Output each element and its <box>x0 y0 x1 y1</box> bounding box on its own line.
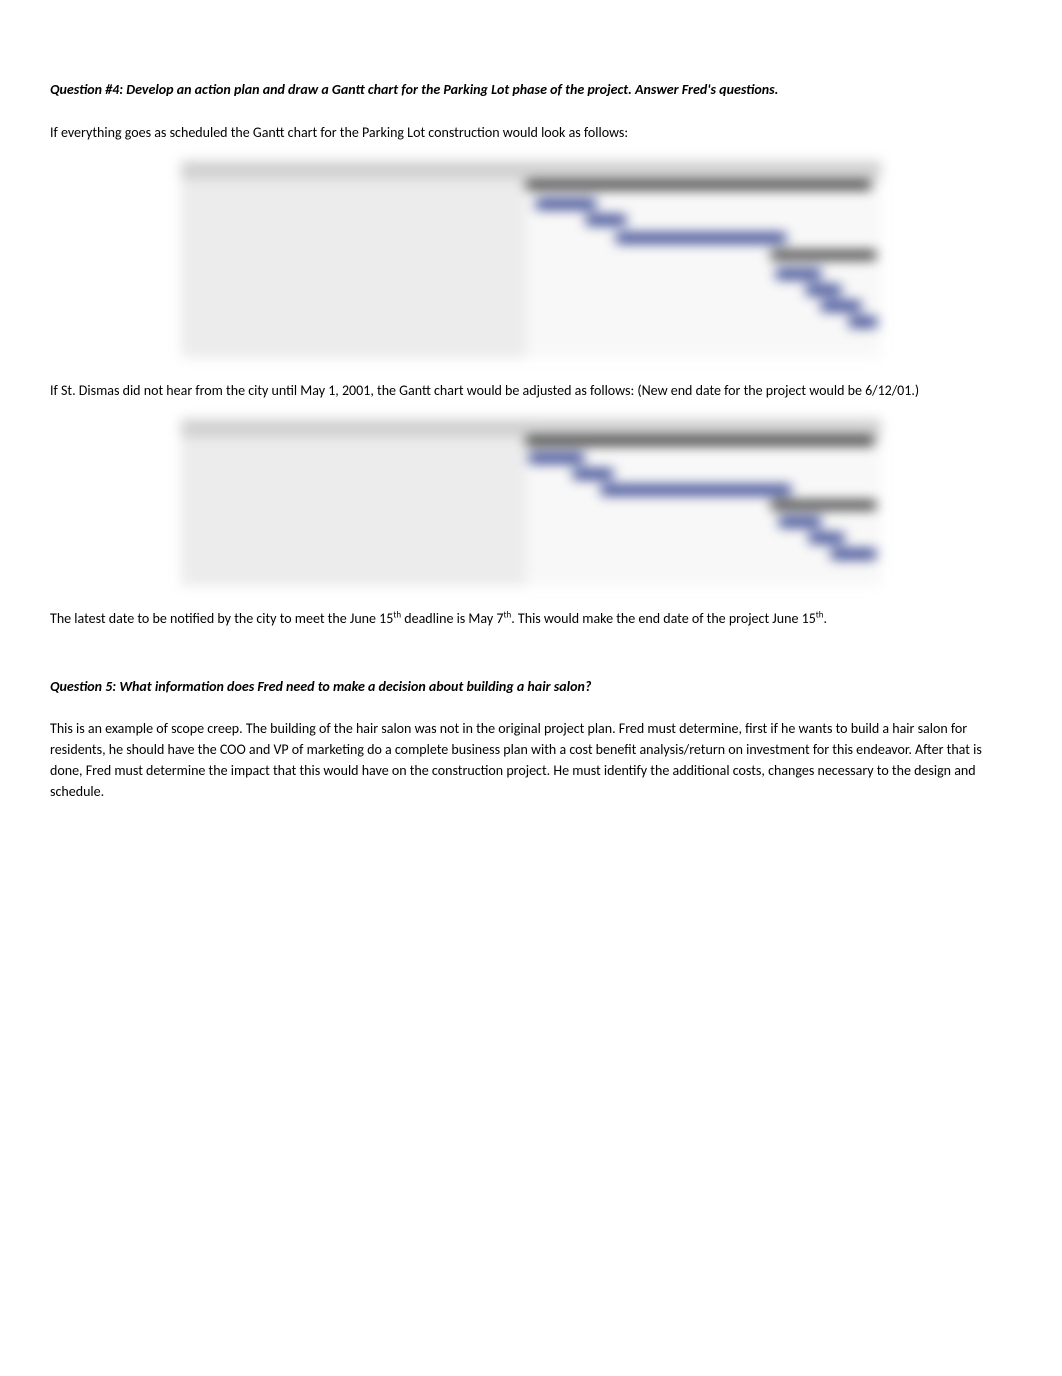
gantt-chart-1 <box>181 161 881 358</box>
gantt-summary-bar <box>526 437 874 445</box>
gantt-task-list <box>181 419 526 586</box>
gantt-bar <box>529 453 584 463</box>
gantt-task-list <box>181 161 526 358</box>
conclusion-text-1: The latest date to be notified by the ci… <box>50 610 393 627</box>
conclusion-text-4: . <box>824 610 828 627</box>
question-5-heading: Question 5: What information does Fred n… <box>50 677 1012 697</box>
conclusion-text-2: deadline is May 7 <box>401 610 503 627</box>
gantt-header-row <box>181 161 881 179</box>
gantt-chart-2 <box>181 419 881 586</box>
gantt-bar <box>573 469 613 479</box>
gantt-summary-bar <box>771 501 876 509</box>
gantt-summary-bar <box>526 181 871 189</box>
gantt-bar <box>779 517 821 527</box>
gantt-header-row <box>181 419 881 437</box>
gantt-bar <box>601 485 791 495</box>
gantt-bar <box>536 199 596 209</box>
gantt-timeline <box>526 161 881 358</box>
gantt-bar <box>806 285 841 295</box>
ordinal-sup: th <box>393 609 401 620</box>
gantt-bar <box>616 233 786 243</box>
question-4-conclusion: The latest date to be notified by the ci… <box>50 608 1012 629</box>
question-5-body: This is an example of scope creep. The b… <box>50 718 1012 802</box>
gantt-bar <box>821 301 861 311</box>
ordinal-sup: th <box>816 609 824 620</box>
question-4-heading: Question #4: Develop an action plan and … <box>50 80 1012 100</box>
gantt-bar <box>809 533 844 543</box>
gantt-bar <box>831 549 876 559</box>
gantt-summary-bar <box>771 251 876 259</box>
question-4-scenario2: If St. Dismas did not hear from the city… <box>50 380 1012 401</box>
conclusion-text-3: . This would make the end date of the pr… <box>511 610 816 627</box>
gantt-bar <box>776 269 821 279</box>
question-4-intro: If everything goes as scheduled the Gant… <box>50 122 1012 143</box>
gantt-bar <box>586 215 626 225</box>
gantt-bar <box>849 317 877 327</box>
